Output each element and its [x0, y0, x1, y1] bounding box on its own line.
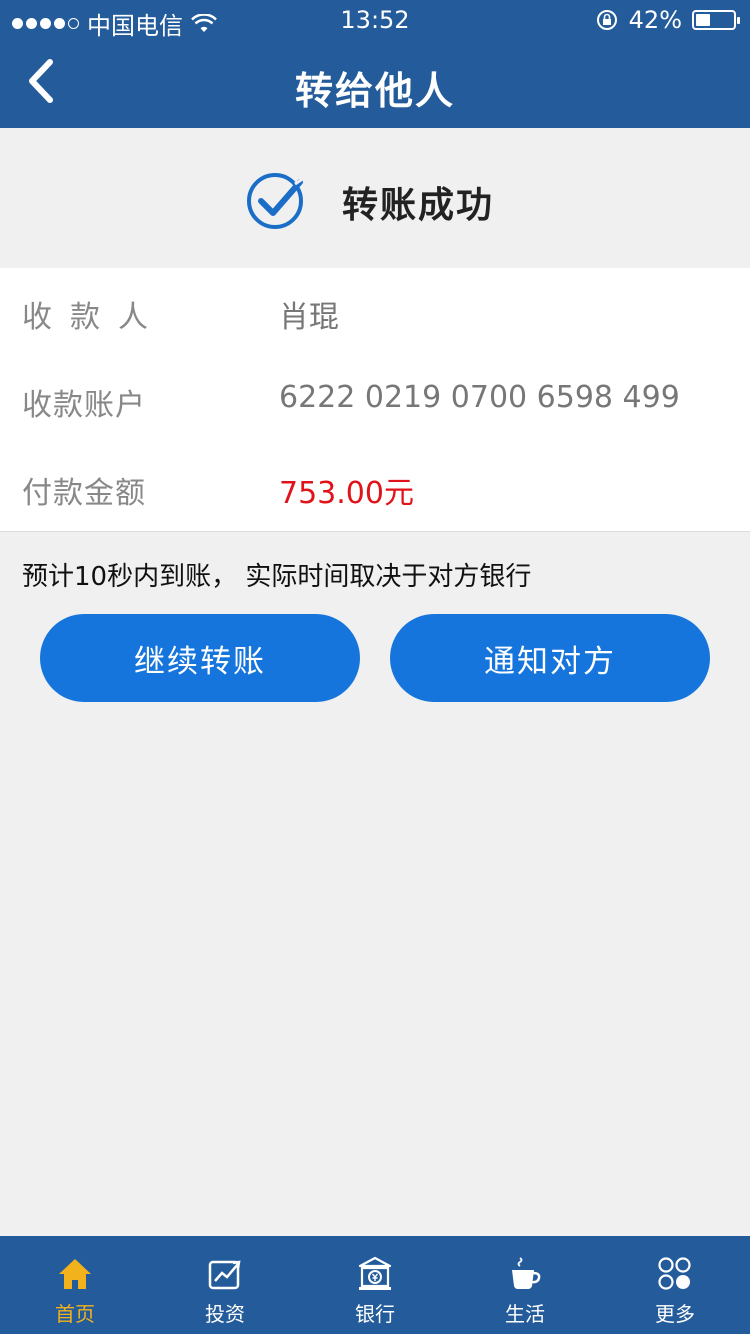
tab-home-label: 首页 [55, 1302, 95, 1326]
status-right: 42% [595, 6, 740, 34]
tab-life[interactable]: 生活 [450, 1236, 600, 1334]
account-label: 收款账户 [22, 388, 146, 423]
tab-invest[interactable]: 投资 [150, 1236, 300, 1334]
transfer-details: 收款人 肖琨 收款账户 6222 0219 0700 6598 499 付款金额… [0, 268, 750, 532]
tab-invest-label: 投资 [205, 1302, 245, 1326]
account-row: 收款账户 6222 0219 0700 6598 499 [0, 356, 750, 444]
bottom-tab-bar: 首页 投资 银行 生活 更多 [0, 1236, 750, 1334]
tab-home[interactable]: 首页 [0, 1236, 150, 1334]
status-bar: 中国电信 13:52 42% [0, 0, 750, 40]
continue-transfer-button[interactable]: 继续转账 [40, 614, 360, 702]
header-bar: 中国电信 13:52 42% 转给他人 [0, 0, 750, 128]
success-banner: 转账成功 [0, 128, 750, 268]
coffee-icon [512, 1257, 541, 1289]
check-circle-icon [247, 173, 305, 229]
tab-bank[interactable]: 银行 [300, 1236, 450, 1334]
home-icon [59, 1259, 91, 1289]
tab-more-label: 更多 [655, 1302, 695, 1326]
amount-value: 753.00元 [279, 476, 414, 511]
amount-label: 付款金额 [22, 476, 146, 511]
chart-icon [208, 1260, 241, 1290]
payee-label: 收款人 [22, 300, 166, 335]
arrival-notice: 预计10秒内到账， 实际时间取决于对方银行 [22, 562, 532, 592]
more-icon [658, 1257, 691, 1290]
battery-percent: 42% [628, 6, 682, 34]
battery-icon [692, 10, 740, 30]
tab-bank-label: 银行 [355, 1302, 395, 1326]
payee-value: 肖琨 [279, 300, 339, 335]
tab-more[interactable]: 更多 [600, 1236, 750, 1334]
notify-recipient-button[interactable]: 通知对方 [390, 614, 710, 702]
tab-life-label: 生活 [505, 1302, 545, 1326]
success-status: 转账成功 [342, 185, 495, 226]
account-value: 6222 0219 0700 6598 499 [279, 380, 680, 415]
page-title: 转给他人 [294, 69, 455, 113]
bank-icon [358, 1256, 392, 1290]
amount-row: 付款金额 753.00元 [0, 444, 750, 532]
rotation-lock-icon [596, 10, 617, 30]
payee-row: 收款人 肖琨 [0, 268, 750, 356]
